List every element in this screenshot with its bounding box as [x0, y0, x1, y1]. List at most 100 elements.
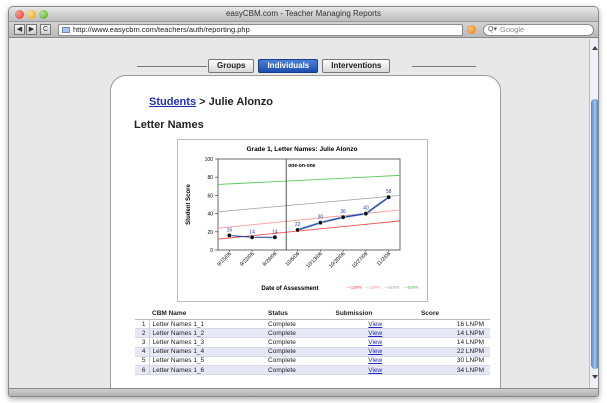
view-link[interactable]: View [332, 328, 418, 339]
header-score: Score [417, 308, 490, 320]
intervention-label: one-on-one [288, 163, 315, 169]
x-tick-label: 10/13/06 [305, 251, 324, 270]
breadcrumb-students-link[interactable]: Students [149, 96, 196, 108]
table-header-row: CBM Name Status Submission Score [135, 308, 490, 320]
table-row: 6 Letter Names 1_6 Complete View 34 LNPM [135, 365, 490, 376]
search-icon: Q▾ [488, 26, 497, 33]
y-tick-label: 60 [207, 193, 213, 199]
tab-rule-left [137, 66, 207, 67]
chart-svg: Grade 1, Letter Names: Julie Alonzo 0 20 40… [186, 146, 419, 292]
view-link[interactable]: View [332, 365, 418, 376]
data-point [226, 232, 232, 238]
data-point [272, 234, 278, 240]
y-tick-label: 20 [207, 230, 213, 236]
row-status: Complete [265, 365, 333, 376]
row-cbm-name: Letter Names 1_3 [149, 337, 266, 348]
score-chart: Grade 1, Letter Names: Julie Alonzo 0 20 40… [177, 139, 428, 302]
reload-button[interactable]: C [40, 24, 51, 35]
breadcrumb-current: Julie Alonzo [208, 96, 273, 108]
address-bar[interactable]: http://www.easycbm.com/teachers/auth/rep… [58, 24, 463, 36]
legend-item: —20PR [365, 285, 380, 290]
row-cbm-name: Letter Names 1_2 [149, 328, 266, 339]
table-row: 5 Letter Names 1_5 Complete View 30 LNPM [135, 356, 490, 366]
search-placeholder: Google [500, 25, 525, 34]
view-link[interactable]: View [332, 347, 418, 357]
forward-button[interactable]: ▶ [26, 24, 37, 35]
table-row: 3 Letter Names 1_3 Complete View 14 LNPM [135, 337, 490, 348]
data-point [249, 234, 255, 240]
y-tick-label: 0 [210, 248, 213, 254]
scroll-thumb[interactable] [591, 99, 598, 369]
y-tick-label: 100 [205, 157, 214, 163]
scroll-up-icon[interactable] [592, 46, 598, 50]
header-status: Status [265, 308, 333, 320]
browser-window: easyCBM.com - Teacher Managing Reports ◀… [8, 6, 599, 397]
view-link[interactable]: View [332, 337, 418, 348]
header-cbm-name: CBM Name [149, 308, 266, 320]
table-row: 2 Letter Names 1_2 Complete View 14 LNPM [135, 328, 490, 339]
row-score: 16 LNPM [417, 319, 490, 330]
rss-icon[interactable] [467, 25, 476, 34]
y-tick-label: 80 [207, 175, 213, 181]
view-link[interactable]: View [332, 319, 418, 330]
back-button[interactable]: ◀ [14, 24, 25, 35]
x-tick-label: 10/20/06 [328, 251, 347, 270]
tab-interventions[interactable]: Interventions [322, 59, 391, 73]
data-label: 40 [363, 206, 369, 212]
x-axis-label: Date of Assessment [261, 286, 318, 292]
header-submission: Submission [332, 308, 418, 320]
row-num: 2 [135, 328, 150, 339]
page-content: Groups Individuals Interventions Student… [9, 39, 589, 388]
search-input[interactable]: Q▾ Google [483, 24, 594, 36]
data-label: 30 [318, 215, 324, 221]
data-label: 22 [295, 222, 301, 228]
row-num: 6 [135, 365, 150, 376]
row-num: 4 [135, 347, 150, 357]
data-point [363, 211, 369, 217]
x-tick-label: 9/22/06 [239, 251, 256, 268]
row-status: Complete [265, 356, 333, 366]
scroll-down-icon[interactable] [592, 375, 598, 379]
window-title: easyCBM.com - Teacher Managing Reports [225, 9, 382, 18]
row-score: 34 LNPM [417, 365, 490, 376]
row-score: 14 LNPM [417, 337, 490, 348]
table-row: 4 Letter Names 1_4 Complete View 22 LNPM [135, 347, 490, 357]
y-axis-label: Student Score [186, 184, 192, 225]
vertical-scrollbar[interactable] [589, 39, 598, 388]
data-label: 58 [386, 189, 392, 195]
data-label: 16 [227, 227, 233, 233]
legend-item: —90PR [403, 285, 418, 290]
breadcrumb: Students > Julie Alonzo [149, 96, 273, 108]
x-tick-label: 10/27/06 [351, 251, 370, 270]
address-url: http://www.easycbm.com/teachers/auth/rep… [73, 25, 250, 34]
legend-item: —50PR [384, 285, 399, 290]
header-num [135, 308, 149, 320]
x-tick-label: 11/2/06 [376, 251, 392, 267]
tab-rule-right [412, 66, 476, 67]
data-label: 14 [272, 229, 278, 235]
row-status: Complete [265, 319, 333, 330]
browser-toolbar: ◀ ▶ C http://www.easycbm.com/teachers/au… [9, 22, 598, 38]
report-tabs: Groups Individuals Interventions [208, 59, 391, 73]
row-cbm-name: Letter Names 1_6 [149, 365, 266, 376]
site-favicon-icon [62, 27, 70, 33]
data-label: 36 [340, 209, 346, 215]
view-link[interactable]: View [332, 356, 418, 366]
data-point [317, 220, 323, 226]
row-status: Complete [265, 328, 333, 339]
row-status: Complete [265, 337, 333, 348]
cbm-table: CBM Name Status Submission Score 1 Lette… [135, 308, 490, 376]
row-score: 22 LNPM [417, 347, 490, 357]
row-num: 5 [135, 356, 150, 366]
x-tick-label: 9/29/06 [262, 251, 279, 268]
tab-groups[interactable]: Groups [208, 59, 255, 73]
breadcrumb-separator: > [196, 96, 209, 108]
data-point [295, 227, 301, 233]
x-tick-label: 10/6/06 [285, 251, 302, 268]
table-row: 1 Letter Names 1_1 Complete View 16 LNPM [135, 319, 490, 330]
chart-title: Grade 1, Letter Names: Julie Alonzo [246, 146, 357, 153]
data-point [340, 214, 346, 220]
x-tick-label: 9/15/06 [216, 251, 233, 268]
row-cbm-name: Letter Names 1_1 [149, 319, 266, 330]
tab-individuals[interactable]: Individuals [258, 59, 319, 73]
